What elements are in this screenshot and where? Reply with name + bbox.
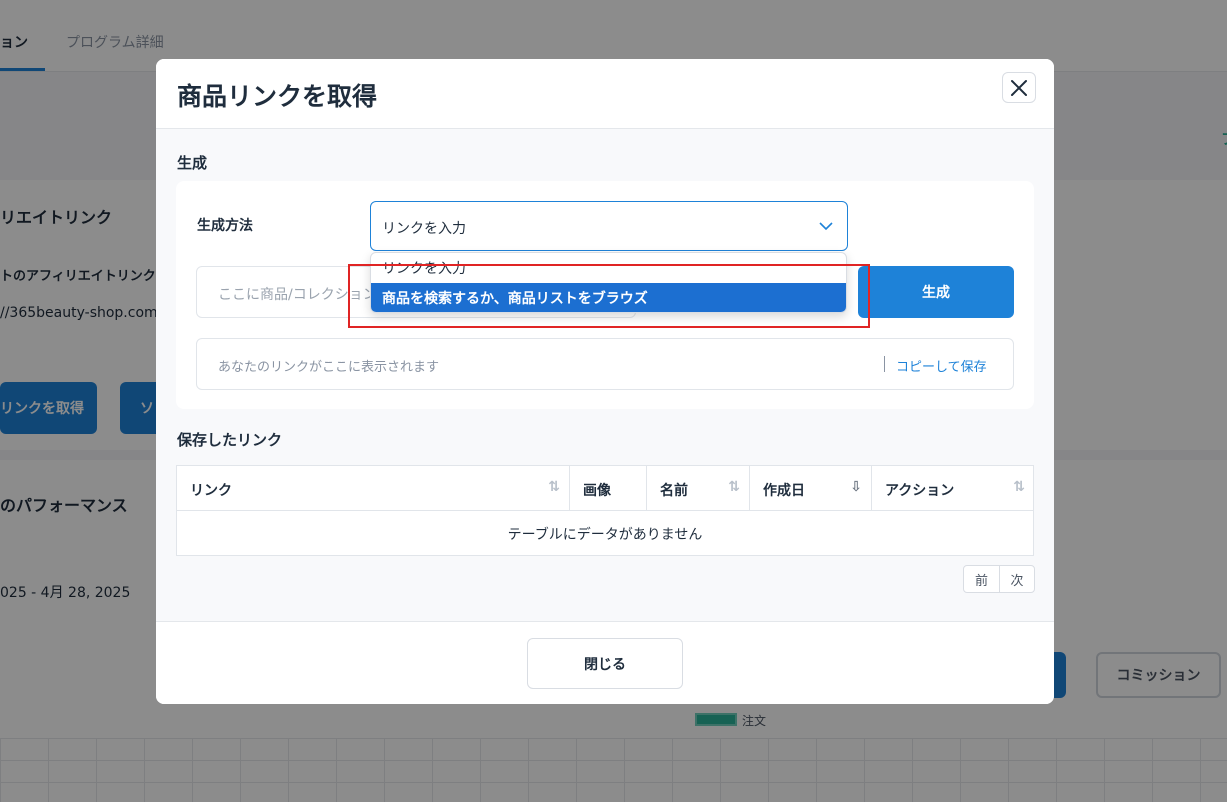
sort-icon: ⇅ — [1013, 479, 1025, 495]
product-link-modal: 商品リンクを取得 生成 生成方法 リンクを入力 ここに商品/コレクション 生成 … — [156, 59, 1054, 704]
close-button[interactable]: 閉じる — [527, 638, 683, 689]
select-value: リンクを入力 — [382, 221, 466, 237]
generate-button[interactable]: 生成 — [858, 266, 1014, 318]
column-header-created[interactable]: 作成日 ⇩ — [750, 466, 872, 511]
copy-save-link[interactable]: コピーして保存 — [896, 356, 987, 375]
result-link-field: あなたのリンクがここに表示されます コピーして保存 — [196, 338, 1014, 390]
close-icon-button[interactable] — [1002, 72, 1036, 103]
method-select[interactable]: リンクを入力 — [370, 201, 848, 251]
saved-links-table: リンク ⇅ 画像 名前 ⇅ 作成日 ⇩ アクション ⇅ テーブルにデータがありま… — [176, 465, 1034, 556]
sort-icon: ⇅ — [548, 479, 560, 495]
generate-section-title: 生成 — [177, 154, 208, 172]
modal-footer: 閉じる — [156, 621, 1054, 704]
modal-header: 商品リンクを取得 — [156, 59, 1054, 129]
column-header-image: 画像 — [570, 466, 647, 511]
saved-links-title: 保存したリンク — [177, 431, 283, 449]
result-placeholder: あなたのリンクがここに表示されます — [218, 360, 440, 375]
sort-icon: ⇅ — [728, 479, 740, 495]
sort-desc-icon: ⇩ — [850, 479, 862, 495]
modal-title: 商品リンクを取得 — [177, 82, 378, 111]
column-header-link[interactable]: リンク ⇅ — [177, 466, 570, 511]
chevron-down-icon — [819, 222, 833, 231]
method-label: 生成方法 — [197, 218, 253, 234]
highlight-box — [348, 264, 870, 328]
copy-separator — [884, 356, 885, 372]
prev-page-button[interactable]: 前 — [964, 566, 999, 592]
column-header-name[interactable]: 名前 ⇅ — [647, 466, 750, 511]
column-header-action[interactable]: アクション ⇅ — [872, 466, 1034, 511]
next-page-button[interactable]: 次 — [999, 566, 1034, 592]
close-icon — [1011, 79, 1027, 96]
pagination: 前 次 — [963, 565, 1035, 593]
empty-table-message: テーブルにデータがありません — [507, 526, 703, 543]
